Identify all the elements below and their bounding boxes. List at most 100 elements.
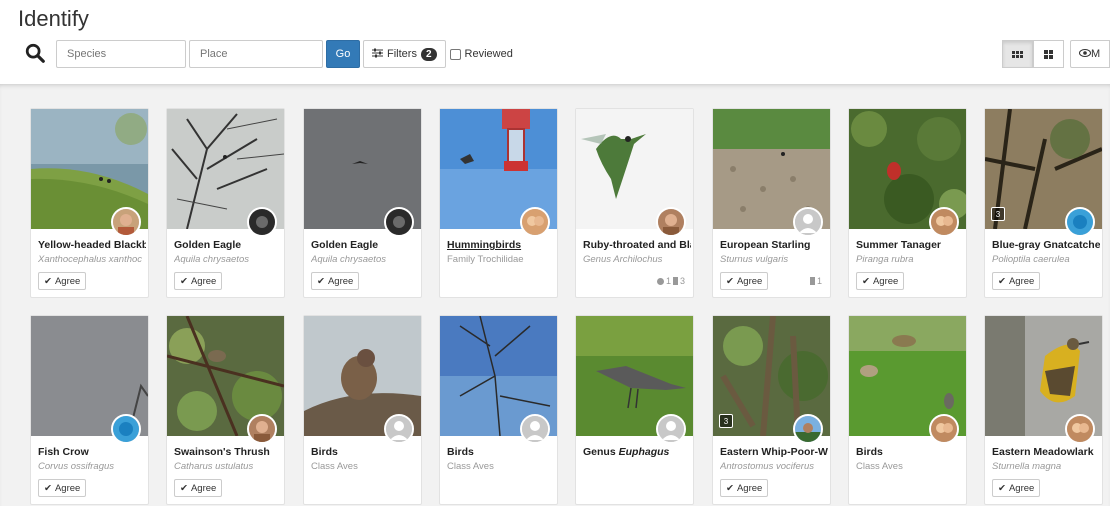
observation-card[interactable]: Eastern Meadowlark Sturnella magna ✔ Agre… [984, 315, 1103, 505]
agree-button[interactable]: ✔ Agree [174, 272, 223, 290]
agree-button[interactable]: ✔ Agree [992, 272, 1041, 290]
agree-label: Agree [736, 482, 763, 494]
go-button[interactable]: Go [326, 40, 360, 68]
scientific-name: Class Aves [311, 461, 358, 472]
taxon-name: Euphagus [618, 446, 670, 458]
filters-button[interactable]: Filters 2 [363, 40, 446, 68]
avatar[interactable] [1065, 414, 1095, 444]
common-name[interactable]: Eastern Whip-Poor-Wi [720, 446, 828, 458]
observation-card[interactable]: Birds Class Aves [303, 315, 422, 505]
avatar[interactable] [247, 207, 277, 237]
avatar[interactable] [111, 414, 141, 444]
search-icon[interactable] [24, 42, 48, 66]
common-name[interactable]: Fish Crow [38, 446, 146, 458]
avatar-default-icon[interactable] [793, 207, 823, 237]
observation-card[interactable]: 3 Eastern Whip-Poor-Wi Antrostomus vocif… [712, 315, 831, 505]
more-label: M [1091, 48, 1101, 60]
avatar[interactable] [793, 414, 823, 444]
identification-icon [672, 277, 678, 285]
agree-button[interactable]: ✔ Agree [720, 479, 769, 497]
agree-button[interactable]: ✔ Agree [311, 272, 360, 290]
observation-card[interactable]: Golden Eagle Aquila chrysaetos ✔ Agree [303, 108, 422, 298]
observation-card[interactable]: Swainson's Thrush Catharus ustulatus ✔ Ag… [166, 315, 285, 505]
identification-icon [809, 277, 815, 285]
common-name[interactable]: Birds [856, 446, 964, 458]
agree-label: Agree [736, 275, 763, 287]
scientific-name: Family Trochilidae [447, 254, 524, 265]
agree-button[interactable]: ✔ Agree [38, 479, 87, 497]
observation-card[interactable]: Ruby-throated and Bla Genus Archilochus … [575, 108, 694, 298]
small-grid-icon [1012, 50, 1023, 58]
common-name[interactable]: Birds [447, 446, 555, 458]
agree-button[interactable]: ✔ Agree [174, 479, 223, 497]
observation-card[interactable]: Hummingbirds Family Trochilidae [439, 108, 558, 298]
observation-card[interactable]: Fish Crow Corvus ossifragus ✔ Agree [30, 315, 149, 505]
common-name[interactable]: Birds [311, 446, 419, 458]
scientific-name: Polioptila caerulea [992, 254, 1070, 265]
checkbox-box[interactable] [449, 48, 461, 60]
filters-count-badge: 2 [420, 47, 437, 61]
agree-button[interactable]: ✔ Agree [38, 272, 87, 290]
agree-label: Agree [54, 275, 81, 287]
check-icon: ✔ [998, 482, 1006, 494]
avatar[interactable] [1065, 207, 1095, 237]
avatar-default-icon[interactable] [384, 414, 414, 444]
common-name[interactable]: Yellow-headed Blackbi [38, 239, 146, 251]
common-name[interactable]: Golden Eagle [311, 239, 419, 251]
common-name[interactable]: European Starling [720, 239, 828, 251]
scientific-name: Aquila chrysaetos [311, 254, 386, 265]
comment-icon [656, 277, 664, 285]
observation-card[interactable]: Golden Eagle Aquila chrysaetos ✔ Agree [166, 108, 285, 298]
agree-button[interactable]: ✔ Agree [856, 272, 905, 290]
avatar[interactable] [111, 207, 141, 237]
place-input[interactable] [189, 40, 323, 68]
species-input[interactable] [56, 40, 186, 68]
id-count: 1 [816, 276, 822, 286]
observation-card[interactable]: Summer Tanager Piranga rubra ✔ Agree [848, 108, 967, 298]
avatar[interactable] [929, 207, 959, 237]
observation-card[interactable]: Birds Class Aves [848, 315, 967, 505]
eye-icon [1079, 48, 1091, 60]
observation-card[interactable]: Birds Class Aves [439, 315, 558, 505]
sliders-icon [372, 48, 383, 61]
observation-card[interactable]: Yellow-headed Blackbi Xanthocephalus xan… [30, 108, 149, 298]
agree-label: Agree [1008, 482, 1035, 494]
common-name[interactable]: Ruby-throated and Bla [583, 239, 691, 251]
observation-card[interactable]: European Starling Sturnus vulgaris ✔ Agre… [712, 108, 831, 298]
check-icon: ✔ [726, 275, 734, 287]
avatar[interactable] [929, 414, 959, 444]
avatar[interactable] [656, 207, 686, 237]
scientific-name: Aquila chrysaetos [174, 254, 249, 265]
agree-label: Agree [872, 275, 899, 287]
filters-label: Filters [387, 48, 417, 60]
avatar-default-icon[interactable] [656, 414, 686, 444]
page-title: Identify [18, 6, 89, 31]
agree-label: Agree [54, 482, 81, 494]
common-name[interactable]: Genus Euphagus [583, 446, 691, 458]
common-name[interactable]: Eastern Meadowlark [992, 446, 1100, 458]
scientific-name: Sturnus vulgaris [720, 254, 789, 265]
large-grid-view-button[interactable] [1033, 40, 1064, 68]
common-name[interactable]: Blue-gray Gnatcatcher [992, 239, 1100, 251]
grid-view-button[interactable] [1002, 40, 1033, 68]
check-icon: ✔ [998, 275, 1006, 287]
photo-count-badge: 3 [719, 414, 733, 428]
avatar[interactable] [520, 207, 550, 237]
large-grid-icon [1044, 49, 1053, 59]
observation-card[interactable]: Genus Euphagus [575, 315, 694, 505]
agree-button[interactable]: ✔ Agree [992, 479, 1041, 497]
more-view-button[interactable]: M [1070, 40, 1110, 68]
reviewed-label: Reviewed [464, 48, 513, 60]
agree-button[interactable]: ✔ Agree [720, 272, 769, 290]
check-icon: ✔ [862, 275, 870, 287]
common-name[interactable]: Summer Tanager [856, 239, 964, 251]
common-name[interactable]: Golden Eagle [174, 239, 282, 251]
avatar[interactable] [384, 207, 414, 237]
observation-card[interactable]: 3 Blue-gray Gnatcatcher Polioptila caeru… [984, 108, 1103, 298]
reviewed-checkbox[interactable]: Reviewed [449, 48, 513, 60]
rank-label: Genus [583, 446, 616, 458]
avatar[interactable] [247, 414, 277, 444]
avatar-default-icon[interactable] [520, 414, 550, 444]
common-name[interactable]: Hummingbirds [447, 239, 555, 251]
common-name[interactable]: Swainson's Thrush [174, 446, 282, 458]
